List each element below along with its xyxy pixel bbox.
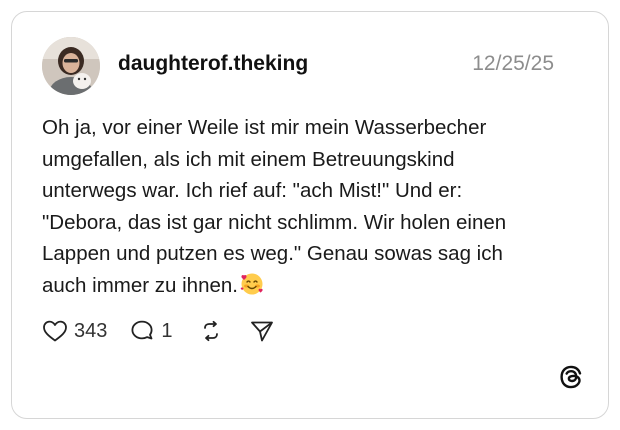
post-actions: 343 1: [42, 316, 275, 346]
avatar[interactable]: [42, 37, 100, 95]
threads-post-card: daughterof.theking 12/25/25 Oh ja, vor e…: [11, 11, 609, 419]
post-text-line: Lappen und putzen es weg." Genau sowas s…: [42, 242, 503, 265]
reply-count: 1: [161, 319, 173, 342]
repost-icon: [203, 320, 218, 342]
comment-icon: [131, 320, 153, 340]
share-button[interactable]: [249, 319, 275, 343]
like-count: 343: [74, 319, 108, 342]
post-text-line: auch immer zu ihnen.: [42, 273, 238, 297]
post-text-line: "Debora, das ist gar nicht schlimm. Wir …: [42, 210, 507, 234]
post-text: Oh ja, vor einer Weile ist mir mein Wass…: [42, 112, 582, 305]
threads-logo-icon[interactable]: [558, 364, 584, 390]
avatar-photo: [42, 37, 100, 95]
post-text-line: unterwegs war. Ich rief auf: "ach Mist!"…: [42, 179, 463, 202]
smiling-face-with-hearts-icon: [240, 272, 264, 306]
username[interactable]: daughterof.theking: [118, 52, 308, 76]
heart-icon: [43, 320, 67, 342]
post-text-last-line: auch immer zu ihnen.: [42, 270, 582, 306]
post-text-line: Oh ja, vor einer Weile ist mir mein Wass…: [42, 116, 487, 139]
post-date: 12/25/25: [472, 52, 554, 75]
like-button[interactable]: 343: [42, 319, 107, 343]
reply-button[interactable]: 1: [129, 319, 173, 343]
send-icon: [250, 321, 273, 342]
post-text-line: umgefallen, als ich mit einem Betreuungs…: [42, 147, 455, 171]
repost-button[interactable]: [199, 319, 223, 343]
